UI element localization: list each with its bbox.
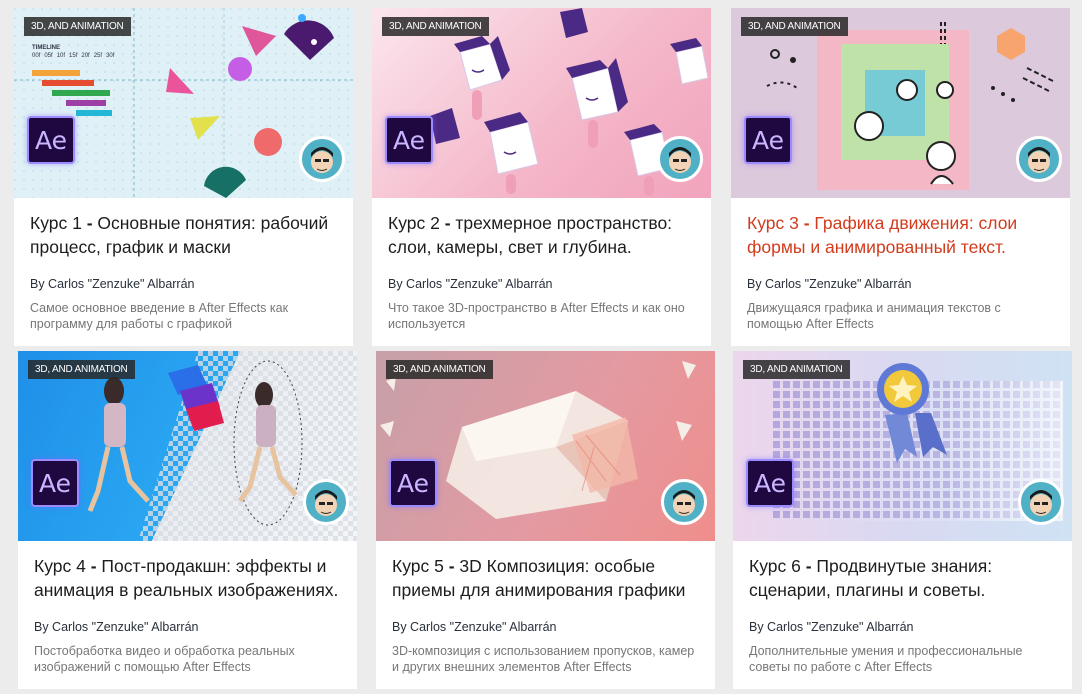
timeline-label: TIMELINE <box>32 45 60 51</box>
card-body: Курс 1 - Основные понятия: рабочий проце… <box>14 198 353 332</box>
course-card-5[interactable]: 3D, AND ANIMATION Ae Курс 5 - 3D Компози… <box>376 351 715 689</box>
instructor-avatar <box>1018 479 1064 525</box>
course-number: Курс 2 <box>388 213 440 233</box>
category-badge: 3D, AND ANIMATION <box>382 17 489 36</box>
card-body: Курс 5 - 3D Композиция: особые приемы дл… <box>376 541 715 675</box>
course-card-6[interactable]: 3D, AND ANIMATION Ae Курс 6 - Продвинуты… <box>733 351 1072 689</box>
timeline-tick: 05f <box>44 53 53 59</box>
course-thumbnail[interactable]: TIMELINE 00f 05f 10f 15f 20f 25f 30f 3D,… <box>14 8 353 198</box>
course-title[interactable]: Курс 2 - трехмерное пространство: слои, … <box>388 212 695 266</box>
after-effects-icon: Ae <box>27 116 75 164</box>
course-title[interactable]: Курс 3 - Графика движения: слои формы и … <box>747 212 1054 266</box>
instructor-avatar <box>661 479 707 525</box>
course-description: Движущаяся графика и анимация текстов с … <box>747 301 1001 331</box>
course-thumbnail[interactable]: 3D, AND ANIMATION Ae <box>372 8 711 198</box>
category-badge: 3D, AND ANIMATION <box>386 360 493 379</box>
course-card-3[interactable]: 3D, AND ANIMATION Ae Курс 3 - Графика дв… <box>731 8 1070 346</box>
card-body: Курс 4 - Пост-продакшн: эффекты и анимац… <box>18 541 357 675</box>
timeline-tick: 10f <box>56 53 66 59</box>
course-description: Что такое 3D-пространство в After Effect… <box>388 301 685 331</box>
course-card-4[interactable]: 3D, AND ANIMATION Ae Курс 4 - Пост-прода… <box>18 351 357 689</box>
course-description: Постобработка видео и обработка реальных… <box>34 644 295 674</box>
course-number: Курс 3 <box>747 213 799 233</box>
course-number: Курс 4 <box>34 556 86 576</box>
ae-label: Ae <box>34 125 68 155</box>
timeline-panel: TIMELINE 00f 05f 10f 15f 20f 25f 30f <box>32 44 114 60</box>
instructor-avatar <box>1016 136 1062 182</box>
after-effects-icon: Ae <box>744 116 792 164</box>
after-effects-icon: Ae <box>385 116 433 164</box>
instructor-avatar <box>657 136 703 182</box>
course-number: Курс 6 <box>749 556 801 576</box>
course-description: 3D-композиция с использованием пропусков… <box>392 644 695 674</box>
timeline-tick: 25f <box>93 53 103 59</box>
course-author: By Carlos "Zenzuke" Albarrán <box>392 620 557 634</box>
category-badge: 3D, AND ANIMATION <box>741 17 848 36</box>
ae-label: Ae <box>753 468 787 498</box>
after-effects-icon: Ae <box>746 459 794 507</box>
course-title[interactable]: Курс 1 - Основные понятия: рабочий проце… <box>30 212 337 266</box>
course-author: By Carlos "Zenzuke" Albarrán <box>388 277 553 291</box>
timeline-tick: 00f <box>32 53 41 59</box>
course-author: By Carlos "Zenzuke" Albarrán <box>747 277 912 291</box>
ae-label: Ae <box>751 125 785 155</box>
card-body: Курс 2 - трехмерное пространство: слои, … <box>372 198 711 332</box>
course-grid: TIMELINE 00f 05f 10f 15f 20f 25f 30f 3D,… <box>0 0 1082 694</box>
instructor-avatar <box>299 136 345 182</box>
course-title[interactable]: Курс 5 - 3D Композиция: особые приемы дл… <box>392 555 699 609</box>
course-card-1[interactable]: TIMELINE 00f 05f 10f 15f 20f 25f 30f 3D,… <box>14 8 353 346</box>
ae-label: Ae <box>392 125 426 155</box>
course-card-2[interactable]: 3D, AND ANIMATION Ae Курс 2 - трехмерное… <box>372 8 711 346</box>
ae-label: Ae <box>38 468 72 498</box>
course-description: Дополнительные умения и профессиональные… <box>749 644 1023 674</box>
course-title[interactable]: Курс 4 - Пост-продакшн: эффекты и анимац… <box>34 555 341 609</box>
instructor-avatar <box>303 479 349 525</box>
after-effects-icon: Ae <box>389 459 437 507</box>
ae-label: Ae <box>396 468 430 498</box>
category-badge: 3D, AND ANIMATION <box>24 17 131 36</box>
category-badge: 3D, AND ANIMATION <box>28 360 135 379</box>
timeline-tick: 30f <box>106 53 115 59</box>
timeline-tick: 15f <box>69 53 78 59</box>
card-body: Курс 6 - Продвинутые знания: сценарии, п… <box>733 541 1072 675</box>
course-thumbnail[interactable]: 3D, AND ANIMATION Ae <box>18 351 357 541</box>
card-body: Курс 3 - Графика движения: слои формы и … <box>731 198 1070 332</box>
course-number: Курс 5 <box>392 556 444 576</box>
course-author: By Carlos "Zenzuke" Albarrán <box>34 620 199 634</box>
after-effects-icon: Ae <box>31 459 79 507</box>
course-title[interactable]: Курс 6 - Продвинутые знания: сценарии, п… <box>749 555 1056 609</box>
course-thumbnail[interactable]: 3D, AND ANIMATION Ae <box>731 8 1070 198</box>
timeline-tick: 20f <box>81 53 90 59</box>
course-thumbnail[interactable]: 3D, AND ANIMATION Ae <box>733 351 1072 541</box>
course-author: By Carlos "Zenzuke" Albarrán <box>30 277 195 291</box>
category-badge: 3D, AND ANIMATION <box>743 360 850 379</box>
course-number: Курс 1 <box>30 213 82 233</box>
course-description: Самое основное введение в After Effects … <box>30 301 289 331</box>
course-author: By Carlos "Zenzuke" Albarrán <box>749 620 914 634</box>
course-thumbnail[interactable]: 3D, AND ANIMATION Ae <box>376 351 715 541</box>
